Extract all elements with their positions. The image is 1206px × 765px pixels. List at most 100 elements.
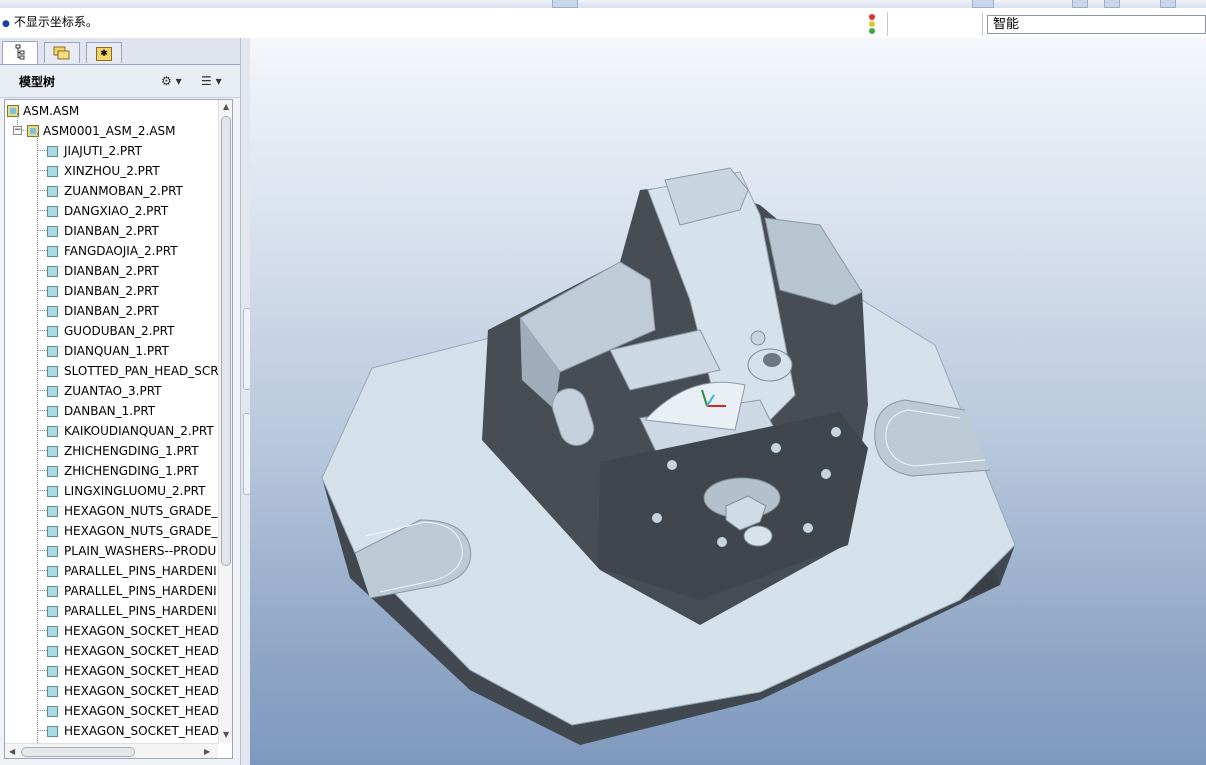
tree-guide bbox=[38, 310, 47, 311]
part-icon bbox=[47, 346, 58, 357]
tree-part-label: DIANBAN_2.PRT bbox=[64, 284, 159, 298]
tree-part-item[interactable]: DIANQUAN_1.PRT bbox=[47, 341, 169, 361]
tree-part-label: DIANBAN_2.PRT bbox=[64, 264, 159, 278]
tree-guide bbox=[38, 630, 47, 631]
message-text: 不显示坐标系。 bbox=[13, 15, 98, 29]
tree-guide bbox=[38, 450, 47, 451]
tree-part-item[interactable]: DANBAN_1.PRT bbox=[47, 401, 155, 421]
tree-part-label: HEXAGON_NUTS_GRADE_ bbox=[64, 504, 218, 518]
graphics-window[interactable] bbox=[250, 38, 1206, 765]
tree-part-item[interactable]: FANGDAOJIA_2.PRT bbox=[47, 241, 178, 261]
message-bullet-icon: ● bbox=[2, 19, 10, 29]
part-icon bbox=[47, 686, 58, 697]
tree-settings-button[interactable]: ⚙ ▾ bbox=[161, 71, 182, 91]
tree-part-label: HEXAGON_NUTS_GRADE_ bbox=[64, 524, 218, 538]
tree-part-item[interactable]: HEXAGON_NUTS_GRADE_ bbox=[47, 501, 217, 521]
tree-part-item[interactable]: DIANBAN_2.PRT bbox=[47, 261, 159, 281]
tree-guide bbox=[38, 230, 47, 231]
tree-part-item[interactable]: HEXAGON_SOCKET_HEAD bbox=[47, 641, 219, 661]
tree-part-label: PARALLEL_PINS_HARDENI bbox=[64, 604, 217, 618]
tree-part-item[interactable]: JIAJUTI_2.PRT bbox=[47, 141, 142, 161]
tree-subassembly[interactable]: ASM0001_ASM_2.ASM bbox=[27, 121, 176, 141]
tree-subassembly-label: ASM0001_ASM_2.ASM bbox=[43, 124, 176, 138]
tree-part-item[interactable]: ZUANMOBAN_2.PRT bbox=[47, 181, 183, 201]
part-icon bbox=[47, 206, 58, 217]
scroll-left-icon[interactable]: ◀ bbox=[9, 747, 15, 756]
tree-root-label: ASM.ASM bbox=[23, 104, 80, 118]
tree-part-item[interactable]: LINGXINGLUOMU_2.PRT bbox=[47, 481, 205, 501]
part-icon bbox=[47, 666, 58, 677]
tree-guide bbox=[38, 650, 47, 651]
tree-part-label: HEXAGON_SOCKET_HEAD bbox=[64, 684, 219, 698]
part-icon bbox=[47, 226, 58, 237]
tree-part-item[interactable]: DIANBAN_2.PRT bbox=[47, 301, 159, 321]
tree-part-item[interactable]: HEXAGON_NUTS_GRADE_ bbox=[47, 521, 217, 541]
scroll-thumb[interactable] bbox=[221, 116, 231, 566]
fixture-assembly-model[interactable] bbox=[250, 38, 1206, 765]
scroll-right-icon[interactable]: ▶ bbox=[204, 747, 210, 756]
panel-title: 模型树 bbox=[19, 75, 56, 89]
tree-guide bbox=[38, 610, 47, 611]
tree-part-item[interactable]: HEXAGON_SOCKET_HEAD bbox=[47, 661, 219, 681]
tree-part-item[interactable]: ZUANTAO_3.PRT bbox=[47, 381, 162, 401]
tree-part-item[interactable]: XINZHOU_2.PRT bbox=[47, 161, 160, 181]
tree-part-label: PARALLEL_PINS_HARDENI bbox=[64, 564, 217, 578]
tree-part-label: HEXAGON_SOCKET_HEAD bbox=[64, 704, 219, 718]
tree-part-item[interactable]: GUODUBAN_2.PRT bbox=[47, 321, 174, 341]
tab-favorites[interactable]: ✱ bbox=[86, 42, 122, 63]
tree-part-item[interactable]: HEXAGON_SOCKET_HEAD bbox=[47, 681, 219, 701]
tree-part-label: ZUANMOBAN_2.PRT bbox=[64, 184, 183, 198]
selection-filter-input[interactable]: 智能 bbox=[987, 15, 1206, 34]
tree-part-item[interactable]: PARALLEL_PINS_HARDENI bbox=[47, 581, 217, 601]
tree-part-item[interactable]: DANGXIAO_2.PRT bbox=[47, 201, 168, 221]
part-icon bbox=[47, 586, 58, 597]
part-icon bbox=[47, 306, 58, 317]
tree-part-label: LINGXINGLUOMU_2.PRT bbox=[64, 484, 206, 498]
part-icon bbox=[47, 506, 58, 517]
tree-part-item[interactable]: HEXAGON_SOCKET_HEAD bbox=[47, 701, 219, 721]
toolbar-button[interactable] bbox=[1072, 0, 1088, 8]
tab-folder-browser[interactable] bbox=[44, 42, 80, 63]
tab-model-tree[interactable] bbox=[2, 41, 38, 64]
tree-guide bbox=[38, 190, 47, 191]
tree-part-label: GUODUBAN_2.PRT bbox=[64, 324, 175, 338]
tree-part-item[interactable]: DIANBAN_2.PRT bbox=[47, 221, 159, 241]
tree-part-item[interactable]: PARALLEL_PINS_HARDENI bbox=[47, 561, 217, 581]
toolbar-button[interactable] bbox=[972, 0, 994, 8]
tree-part-item[interactable]: HEXAGON_SOCKET_HEAD bbox=[47, 721, 219, 741]
tree-part-item[interactable]: HEXAGON_SOCKET_HEAD bbox=[47, 621, 219, 641]
tree-guide bbox=[38, 390, 47, 391]
tree-guide bbox=[38, 590, 47, 591]
tree-guide bbox=[38, 570, 47, 571]
tree-guide bbox=[38, 430, 47, 431]
status-light-icon[interactable] bbox=[866, 13, 878, 35]
tree-horizontal-scrollbar[interactable]: ◀ ▶ bbox=[5, 743, 218, 758]
tree-part-item[interactable]: PARALLEL_PINS_HARDENI bbox=[47, 601, 217, 621]
tree-part-item[interactable]: ZHICHENGDING_1.PRT bbox=[47, 461, 199, 481]
tree-part-item[interactable]: SLOTTED_PAN_HEAD_SCR bbox=[47, 361, 219, 381]
tree-part-label: PARALLEL_PINS_HARDENI bbox=[64, 584, 217, 598]
scroll-up-icon[interactable]: ▲ bbox=[223, 102, 229, 111]
tree-guide bbox=[38, 510, 47, 511]
part-icon bbox=[47, 546, 58, 557]
tree-part-label: ZHICHENGDING_1.PRT bbox=[64, 464, 199, 478]
toolbar-button[interactable] bbox=[552, 0, 578, 8]
favorites-icon: ✱ bbox=[96, 47, 112, 61]
tree-part-item[interactable]: DIANBAN_2.PRT bbox=[47, 281, 159, 301]
part-icon bbox=[47, 366, 58, 377]
toolbar-button[interactable] bbox=[1160, 0, 1176, 8]
tree-part-item[interactable]: ZHICHENGDING_1.PRT bbox=[47, 441, 199, 461]
tree-guide bbox=[38, 370, 47, 371]
tree-show-button[interactable]: ☰ ▾ bbox=[201, 71, 222, 91]
scroll-thumb[interactable] bbox=[21, 747, 135, 757]
tree-guide bbox=[38, 690, 47, 691]
tree-vertical-scrollbar[interactable]: ▲ ▼ bbox=[218, 100, 232, 743]
part-icon bbox=[47, 626, 58, 637]
part-icon bbox=[47, 386, 58, 397]
scroll-down-icon[interactable]: ▼ bbox=[223, 730, 229, 739]
toolbar-button[interactable] bbox=[1104, 0, 1120, 8]
navigator-tabs: ✱ bbox=[0, 38, 246, 65]
tree-part-label: DANGXIAO_2.PRT bbox=[64, 204, 169, 218]
tree-part-item[interactable]: KAIKOUDIANQUAN_2.PRT bbox=[47, 421, 214, 441]
tree-part-item[interactable]: PLAIN_WASHERS--PRODU bbox=[47, 541, 216, 561]
